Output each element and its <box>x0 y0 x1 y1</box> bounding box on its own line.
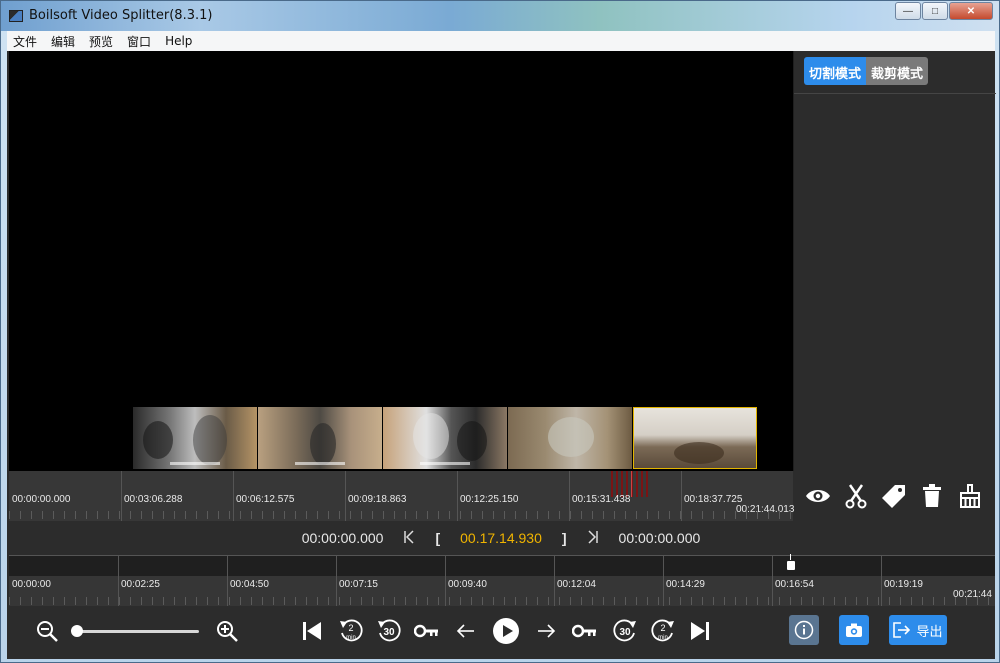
zoom-in-icon[interactable] <box>213 616 241 646</box>
menu-help[interactable]: Help <box>159 34 200 48</box>
thumbnail-strip <box>133 401 793 471</box>
title-bar[interactable]: Boilsoft Video Splitter(8.3.1) — □ ✕ <box>1 1 999 31</box>
menu-preview[interactable]: 预览 <box>83 33 121 50</box>
next-frame-icon[interactable] <box>533 616 559 646</box>
svg-text:30: 30 <box>383 627 395 638</box>
zoom-out-icon[interactable] <box>33 616 61 646</box>
zoom-slider-handle[interactable] <box>71 625 83 637</box>
tag-icon[interactable] <box>880 482 908 510</box>
seek-track[interactable] <box>9 554 995 576</box>
app-window: Boilsoft Video Splitter(8.3.1) — □ ✕ 文件 … <box>0 0 1000 663</box>
playhead[interactable] <box>631 471 632 497</box>
svg-text:min: min <box>346 635 356 641</box>
minimize-button[interactable]: — <box>895 2 921 20</box>
maximize-button[interactable]: □ <box>922 2 948 20</box>
skip-to-end-icon[interactable] <box>687 616 713 646</box>
tab-trim-mode[interactable]: 裁剪模式 <box>866 57 929 85</box>
forward-2min-button[interactable]: 2 min <box>649 616 677 646</box>
segment-end-time[interactable]: 00:00:00.000 <box>619 530 701 546</box>
ruler-ticks <box>9 597 995 605</box>
set-start-button[interactable]: [ <box>435 530 440 546</box>
tick-label: 00:00:00 <box>12 579 51 590</box>
tab-split-mode[interactable]: 切割模式 <box>804 57 867 85</box>
window-controls: — □ ✕ <box>894 2 993 20</box>
tick-label: 00:12:04 <box>557 579 596 590</box>
side-panel: 切割模式 裁剪模式 <box>793 51 996 471</box>
app-icon <box>9 10 23 22</box>
menu-window[interactable]: 窗口 <box>121 33 159 50</box>
tick-label: 00:18:37.725 <box>684 494 743 505</box>
prev-frame-icon[interactable] <box>453 616 479 646</box>
scissors-icon[interactable] <box>842 482 870 510</box>
info-icon <box>794 620 814 640</box>
info-button[interactable] <box>789 615 819 645</box>
tick-label: 00:03:06.288 <box>124 494 183 505</box>
svg-text:min: min <box>658 635 668 641</box>
go-to-end-icon[interactable] <box>587 529 599 547</box>
tick-label: 00:12:25.150 <box>460 494 519 505</box>
video-preview[interactable] <box>9 51 793 471</box>
go-to-start-icon[interactable] <box>403 529 415 547</box>
play-button[interactable] <box>491 616 521 646</box>
mode-switch: 切割模式 裁剪模式 <box>804 57 929 85</box>
thumbnail-frame[interactable] <box>508 407 632 469</box>
export-label: 导出 <box>916 623 943 639</box>
next-keyframe-icon[interactable] <box>571 616 599 646</box>
zoom-slider[interactable] <box>73 630 199 633</box>
playback-toolbar: 2 min 30 30 2 min 导出 <box>7 606 995 659</box>
tick-label: 00:02:25 <box>121 579 160 590</box>
snapshot-button[interactable] <box>839 615 869 645</box>
close-button[interactable]: ✕ <box>949 2 993 20</box>
back-2min-button[interactable]: 2 min <box>337 616 365 646</box>
ruler-ticks <box>9 511 793 519</box>
segment-start-time[interactable]: 00:00:00.000 <box>302 530 384 546</box>
tick-label: 00:09:18.863 <box>348 494 407 505</box>
back-30s-button[interactable]: 30 <box>375 616 403 646</box>
menu-bar: 文件 编辑 预览 窗口 Help <box>7 31 995 51</box>
tick-label: 00:04:50 <box>230 579 269 590</box>
set-end-button[interactable]: ] <box>562 530 567 546</box>
thumbnail-frame[interactable] <box>258 407 382 469</box>
tick-label: 00:09:40 <box>448 579 487 590</box>
thumbnail-frame[interactable] <box>383 407 507 469</box>
camera-icon <box>846 623 862 637</box>
forward-30s-button[interactable]: 30 <box>611 616 639 646</box>
tick-label: 00:14:29 <box>666 579 705 590</box>
export-icon <box>893 622 911 638</box>
tick-label: 00:15:31.438 <box>572 494 631 505</box>
export-button[interactable]: 导出 <box>889 615 947 645</box>
broom-icon[interactable] <box>956 482 984 510</box>
menu-edit[interactable]: 编辑 <box>45 33 83 50</box>
current-time[interactable]: 00.17.14.930 <box>460 530 542 546</box>
tick-label: 00:19:19 <box>884 579 923 590</box>
svg-text:30: 30 <box>619 627 631 638</box>
eye-icon[interactable] <box>804 482 832 510</box>
window-title: Boilsoft Video Splitter(8.3.1) <box>29 8 213 23</box>
segment-timeline[interactable]: 00:00:00.000 00:03:06.288 00:06:12.575 0… <box>9 471 794 521</box>
trash-icon[interactable] <box>918 482 946 510</box>
prev-keyframe-icon[interactable] <box>413 616 441 646</box>
svg-text:2: 2 <box>348 623 353 633</box>
thumbnail-frame-selected[interactable] <box>633 407 757 469</box>
seek-line <box>790 554 791 560</box>
tick-label: 00:07:15 <box>339 579 378 590</box>
thumbnail-frame[interactable] <box>133 407 257 469</box>
overview-timeline[interactable]: 00:00:00 00:02:25 00:04:50 00:07:15 00:0… <box>9 555 995 606</box>
app-body: 切割模式 裁剪模式 00:00:00.000 00:03:06.288 00:0… <box>7 51 996 659</box>
tick-label: 00:00:00.000 <box>12 494 71 505</box>
segment-tools <box>793 471 995 521</box>
time-controls: 00:00:00.000 [ 00.17.14.930 ] 00:00:00.0… <box>7 521 995 555</box>
seek-handle[interactable] <box>787 561 795 570</box>
tick-label: 00:16:54 <box>775 579 814 590</box>
svg-text:2: 2 <box>660 623 665 633</box>
tick-label: 00:06:12.575 <box>236 494 295 505</box>
menu-file[interactable]: 文件 <box>7 33 45 50</box>
divider <box>794 93 996 94</box>
skip-to-start-icon[interactable] <box>299 616 325 646</box>
